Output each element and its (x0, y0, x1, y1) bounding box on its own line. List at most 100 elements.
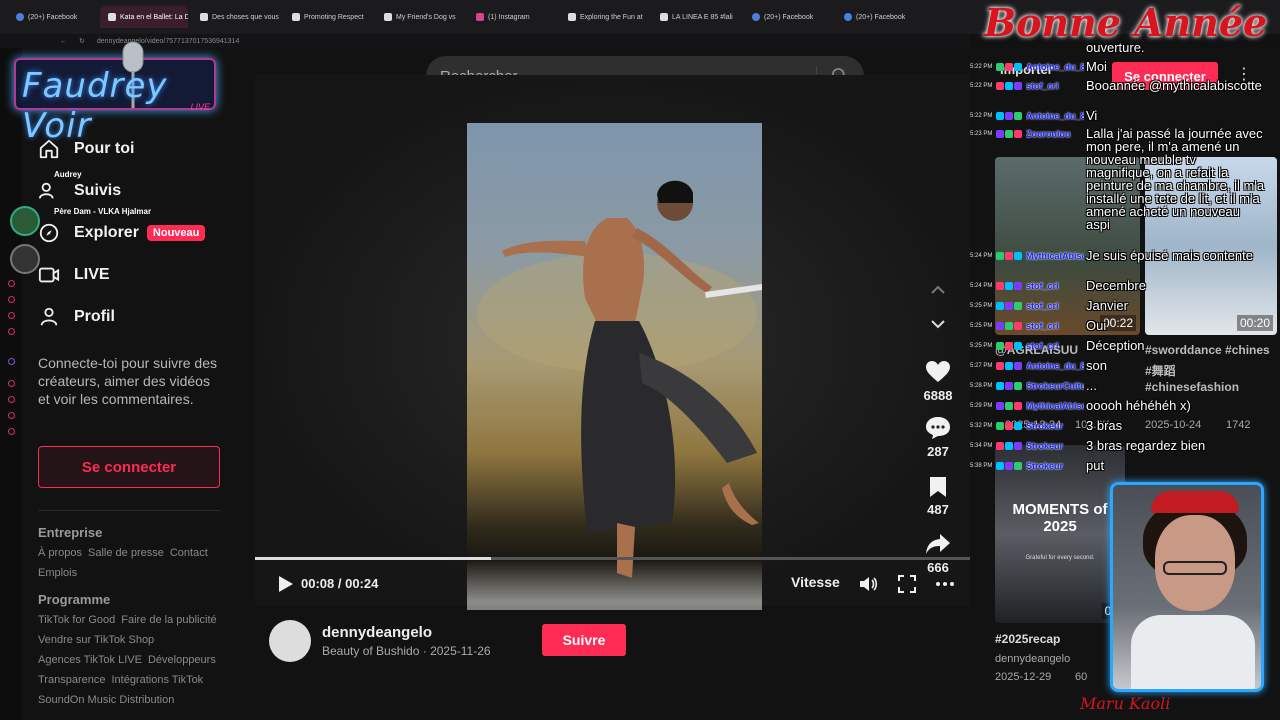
avatar[interactable] (269, 620, 311, 662)
browser-tab[interactable]: Promoting Respect (284, 6, 372, 28)
more-icon[interactable] (935, 574, 955, 594)
volume-icon[interactable] (858, 574, 878, 594)
play-icon[interactable] (275, 574, 295, 594)
footer-link[interactable]: Faire de la publicité (121, 614, 216, 626)
like-button[interactable]: 6888 (920, 360, 956, 403)
footer-link[interactable]: TikTok for Good (38, 614, 115, 626)
back-icon[interactable]: ← (60, 38, 67, 45)
chat-badges (996, 380, 1026, 390)
chat-text: ooooh héhéhéh x) (1086, 398, 1191, 413)
badge-icon (996, 82, 1004, 90)
browser-tab[interactable]: Kata en el Ballet: La Danza (100, 6, 188, 28)
chevron-down-icon[interactable] (928, 314, 948, 334)
tiktok-icon (384, 13, 392, 21)
footer-link[interactable]: Intégrations TikTok (111, 674, 203, 686)
nav-item-explore[interactable]: Explorer Nouveau (38, 212, 238, 254)
video-tag[interactable]: #2025recap (995, 632, 1060, 646)
badge-icon (1005, 302, 1013, 310)
badge-icon (996, 252, 1004, 260)
comment-button[interactable]: 287 (920, 416, 956, 459)
badge-icon (1005, 462, 1013, 470)
video-progress-bar[interactable] (255, 557, 970, 560)
chat-text: Booannée @mythicalabiscotte (1086, 78, 1262, 93)
chat-text: ... (1086, 378, 1097, 393)
badge-icon (1005, 63, 1013, 71)
footer-link[interactable]: SoundOn Music Distribution (38, 694, 174, 706)
browser-tab[interactable]: My Friend's Dog vs (376, 6, 464, 28)
badge-icon (1005, 442, 1013, 450)
badge-icon (1014, 362, 1022, 370)
chat-message: 5:22 PM Antoine_du_86 (970, 110, 1084, 121)
badge-icon (1014, 322, 1022, 330)
save-button[interactable]: 487 (920, 476, 956, 517)
chat-message: 5:25 PM stof_crl (970, 300, 1084, 311)
badge-icon (1014, 302, 1022, 310)
viewer-name: Père Dam - VLKA Hjalmar (54, 207, 152, 216)
badge-icon (1014, 112, 1022, 120)
footer-link[interactable]: Développeurs (148, 654, 216, 666)
chat-time: 5:22 PM (970, 113, 993, 119)
footer-link[interactable]: Agences TikTok LIVE (38, 654, 142, 666)
chat-message: 5:24 PM stof_crl (970, 280, 1084, 291)
author-name[interactable]: dennydeangelo (322, 624, 432, 641)
rail-dot (8, 280, 15, 287)
video-time: 00:08 / 00:24 (301, 576, 379, 591)
chat-text: Oui (1086, 318, 1107, 333)
chat-text: son (1086, 358, 1107, 373)
tab-label: (20+) Facebook (28, 13, 78, 21)
chat-time: 5:22 PM (970, 83, 993, 89)
nav-item-profile[interactable]: Profil (38, 296, 238, 338)
chat-username: stof_crl (1026, 341, 1059, 351)
badge-icon (1014, 252, 1022, 260)
login-button[interactable]: Se connecter (38, 446, 220, 488)
badge-icon (996, 442, 1004, 450)
webcam-person (1151, 491, 1239, 513)
nav-item-live[interactable]: LIVE (38, 254, 238, 296)
badge-icon (1005, 422, 1013, 430)
browser-tab[interactable]: (1) Instagram (468, 6, 556, 28)
fullscreen-icon[interactable] (897, 574, 917, 594)
chat-username: Zouroulou (1026, 129, 1071, 139)
browser-tab[interactable]: Exploring the Fun at (560, 6, 648, 28)
chat-message: 5:29 PM MythicalAbiscotte (970, 400, 1084, 411)
comment-count: 287 (927, 444, 949, 459)
rail-dot (8, 380, 15, 387)
chat-badges (996, 61, 1026, 71)
rail-dot (8, 428, 15, 435)
tiktok-icon (292, 13, 300, 21)
footer-link[interactable]: Salle de presse (88, 547, 164, 559)
browser-tab[interactable]: (20+) Facebook (8, 6, 96, 28)
footer-link[interactable]: Vendre sur TikTok Shop (38, 634, 154, 646)
chat-time: 5:24 PM (970, 283, 993, 289)
facebook-icon (16, 13, 24, 21)
browser-tab[interactable]: Des choses que vous (192, 6, 280, 28)
reload-icon[interactable]: ↻ (79, 37, 85, 45)
browser-tab[interactable]: LA LINEA E 85 #lali (652, 6, 740, 28)
browser-tab[interactable]: (20+) Facebook (836, 6, 924, 28)
video-author[interactable]: dennydeangelo (995, 653, 1070, 665)
tab-label: Promoting Respect (304, 13, 364, 21)
chat-text: Janvier (1086, 298, 1128, 313)
follow-button[interactable]: Suivre (542, 624, 626, 656)
video-controls: 00:08 / 00:24 Vitesse (255, 562, 970, 604)
badge-icon (1005, 82, 1013, 90)
nav-label: Profil (74, 308, 115, 325)
users-icon (38, 182, 54, 199)
chat-message: 5:25 PM stof_crl (970, 320, 1084, 331)
save-count: 487 (927, 502, 949, 517)
speed-button[interactable]: Vitesse (791, 574, 840, 590)
badge-icon (1005, 282, 1013, 290)
progress-fill (255, 557, 491, 560)
footer-link[interactable]: Transparence (38, 674, 105, 686)
viewer-name: Audrey (54, 170, 82, 179)
footer-link[interactable]: À propos (38, 547, 82, 559)
stream-logo: Faudrey Voir LIVE (14, 41, 216, 146)
badge-icon (996, 302, 1004, 310)
footer-link[interactable]: Contact (170, 547, 208, 559)
tab-label: My Friend's Dog vs (396, 13, 456, 21)
live-icon (38, 267, 60, 283)
footer-link[interactable]: Emplois (38, 567, 77, 579)
tab-label: (20+) Facebook (764, 13, 814, 21)
chevron-up-icon[interactable] (928, 280, 948, 300)
browser-tab[interactable]: (20+) Facebook (744, 6, 832, 28)
